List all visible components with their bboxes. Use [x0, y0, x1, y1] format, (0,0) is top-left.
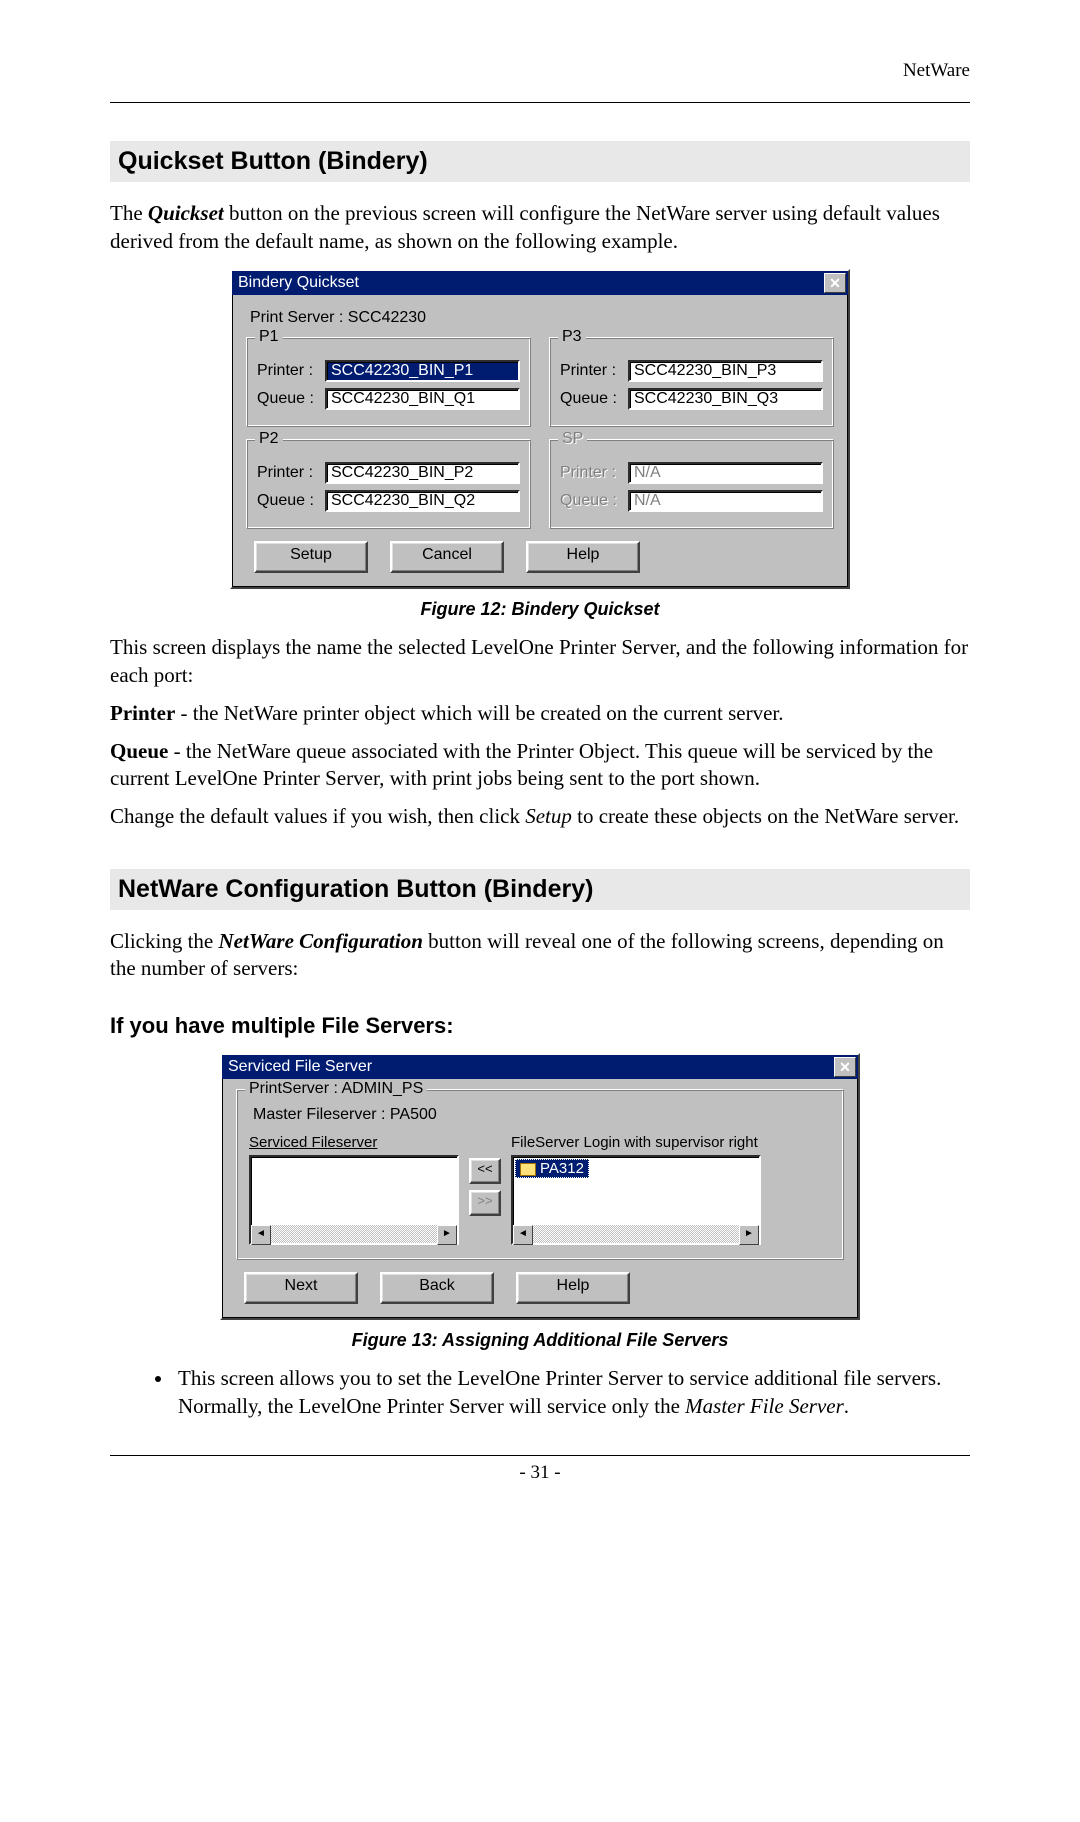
group-legend-sp: SP	[558, 430, 587, 448]
group-p3: P3 Printer : SCC42230_BIN_P3 Queue : SCC…	[549, 337, 834, 427]
scroll-track[interactable]	[533, 1225, 739, 1243]
queue-label: Queue :	[257, 492, 325, 510]
printer-label: Printer :	[257, 464, 325, 482]
hscrollbar[interactable]: ◄ ►	[513, 1225, 759, 1243]
p3-printer-input[interactable]: SCC42230_BIN_P3	[628, 360, 823, 382]
printer-definition: Printer - the NetWare printer object whi…	[110, 700, 970, 728]
dialog-title: Bindery Quickset	[238, 274, 824, 292]
serviced-fileserver-caption: Serviced Fileserver	[249, 1134, 459, 1151]
titlebar: Bindery Quickset ✕	[232, 271, 848, 295]
master-fileserver-line: Master Fileserver : PA500	[253, 1106, 831, 1124]
queue-label: Queue :	[257, 390, 325, 408]
back-button[interactable]: Back	[380, 1272, 494, 1304]
group-legend-p1: P1	[255, 328, 283, 346]
next-button[interactable]: Next	[244, 1272, 358, 1304]
bullet-item: This screen allows you to set the LevelO…	[174, 1365, 970, 1420]
group-p1: P1 Printer : SCC42230_BIN_P1 Queue : SCC…	[246, 337, 531, 427]
section-heading-netware-config: NetWare Configuration Button (Bindery)	[110, 869, 970, 910]
list-item-label: PA312	[540, 1160, 584, 1177]
help-button[interactable]: Help	[526, 541, 640, 573]
help-button[interactable]: Help	[516, 1272, 630, 1304]
p3-queue-input[interactable]: SCC42230_BIN_Q3	[628, 388, 823, 410]
text: - the NetWare printer object which will …	[175, 701, 783, 725]
p2-queue-input[interactable]: SCC42230_BIN_Q2	[325, 490, 520, 512]
serviced-fileserver-listbox[interactable]: ◄ ►	[249, 1155, 459, 1245]
folder-icon	[520, 1163, 536, 1176]
print-server-label: Print Server : SCC42230	[250, 309, 834, 327]
printserver-group: PrintServer : ADMIN_PS Master Fileserver…	[236, 1089, 844, 1260]
netware-config-term: NetWare Configuration	[219, 929, 423, 953]
sp-printer-input: N/A	[628, 462, 823, 484]
para-ports-intro: This screen displays the name the select…	[110, 634, 970, 689]
section-heading-quickset: Quickset Button (Bindery)	[110, 141, 970, 182]
group-p2: P2 Printer : SCC42230_BIN_P2 Queue : SCC…	[246, 439, 531, 529]
setup-button[interactable]: Setup	[254, 541, 368, 573]
close-icon[interactable]: ✕	[824, 273, 846, 293]
bindery-quickset-dialog: Bindery Quickset ✕ Print Server : SCC422…	[230, 269, 850, 589]
figure-13-caption: Figure 13: Assigning Additional File Ser…	[110, 1330, 970, 1351]
printer-label: Printer :	[257, 362, 325, 380]
change-defaults-para: Change the default values if you wish, t…	[110, 803, 970, 831]
move-right-button[interactable]: >>	[469, 1190, 501, 1216]
scroll-right-icon[interactable]: ►	[739, 1225, 759, 1245]
text: - the NetWare queue associated with the …	[110, 739, 933, 791]
close-icon[interactable]: ✕	[834, 1057, 856, 1077]
fileserver-login-listbox[interactable]: PA312 ◄ ►	[511, 1155, 761, 1245]
cancel-button[interactable]: Cancel	[390, 541, 504, 573]
scroll-left-icon[interactable]: ◄	[251, 1225, 271, 1245]
text: .	[844, 1394, 849, 1418]
printserver-group-legend: PrintServer : ADMIN_PS	[245, 1080, 427, 1098]
subheading-multiple-servers: If you have multiple File Servers:	[110, 1013, 970, 1039]
header-rule	[110, 102, 970, 103]
printer-def-label: Printer	[110, 701, 175, 725]
setup-term: Setup	[525, 804, 572, 828]
bullet-list: This screen allows you to set the LevelO…	[110, 1365, 970, 1420]
titlebar: Serviced File Server ✕	[222, 1055, 858, 1079]
queue-label: Queue :	[560, 390, 628, 408]
queue-label: Queue :	[560, 492, 628, 510]
group-legend-p3: P3	[558, 328, 586, 346]
scroll-track[interactable]	[271, 1225, 437, 1243]
text: to create these objects on the NetWare s…	[572, 804, 959, 828]
text: Change the default values if you wish, t…	[110, 804, 525, 828]
scroll-left-icon[interactable]: ◄	[513, 1225, 533, 1245]
text: button on the previous screen will confi…	[110, 201, 940, 253]
hscrollbar[interactable]: ◄ ►	[251, 1225, 457, 1243]
figure-12-caption: Figure 12: Bindery Quickset	[110, 599, 970, 620]
move-left-button[interactable]: <<	[469, 1158, 501, 1184]
p2-printer-input[interactable]: SCC42230_BIN_P2	[325, 462, 520, 484]
scroll-right-icon[interactable]: ►	[437, 1225, 457, 1245]
footer-rule	[110, 1455, 970, 1456]
text: Clicking the	[110, 929, 219, 953]
page-number: - 31 -	[110, 1462, 970, 1484]
text: The	[110, 201, 148, 225]
printer-label: Printer :	[560, 464, 628, 482]
page-header-right: NetWare	[110, 60, 970, 82]
section2-intro: Clicking the NetWare Configuration butto…	[110, 928, 970, 983]
fileserver-login-caption: FileServer Login with supervisor right	[511, 1134, 761, 1151]
p1-queue-input[interactable]: SCC42230_BIN_Q1	[325, 388, 520, 410]
queue-definition: Queue - the NetWare queue associated wit…	[110, 738, 970, 793]
sp-queue-input: N/A	[628, 490, 823, 512]
printer-label: Printer :	[560, 362, 628, 380]
group-sp: SP Printer : N/A Queue : N/A	[549, 439, 834, 529]
group-legend-p2: P2	[255, 430, 283, 448]
intro-paragraph-1: The Quickset button on the previous scre…	[110, 200, 970, 255]
master-file-server-term: Master File Server	[685, 1394, 844, 1418]
list-item[interactable]: PA312	[515, 1159, 589, 1178]
serviced-file-server-dialog: Serviced File Server ✕ PrintServer : ADM…	[220, 1053, 860, 1320]
queue-def-label: Queue	[110, 739, 168, 763]
p1-printer-input[interactable]: SCC42230_BIN_P1	[325, 360, 520, 382]
quickset-term: Quickset	[148, 201, 224, 225]
dialog-title: Serviced File Server	[228, 1058, 834, 1076]
